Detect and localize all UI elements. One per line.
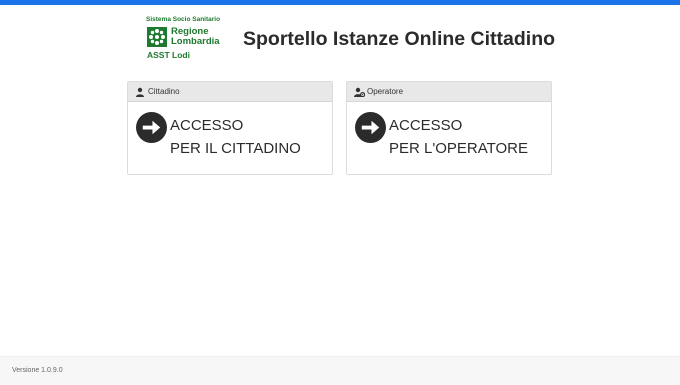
operator-card-header-label: Operatore [367,87,404,96]
operator-card-header: Operatore [347,82,551,102]
logo-tagline: Sistema Socio Sanitario [146,16,221,23]
logo: Sistema Socio Sanitario Regione Lombardi… [146,16,226,60]
citizen-card: Cittadino ACCESSO PER IL CITTADINO [127,81,333,175]
citizen-card-header-label: Cittadino [148,87,180,96]
page-title: Sportello Istanze Online Cittadino [243,28,556,50]
footer: Versione 1.0.9.0 [0,356,680,385]
user-icon [135,87,145,97]
logo-agency: ASST Lodi [147,50,190,60]
citizen-access-button[interactable]: ACCESSO PER IL CITTADINO [128,102,332,174]
top-accent-bar [0,0,680,5]
user-gear-icon [354,87,366,97]
operator-card: Operatore ACCESSO PER L'OPERATORE [346,81,552,175]
version-label: Versione 1.0.9.0 [12,367,63,374]
operator-access-line1: ACCESSO [389,117,463,134]
operator-access-button[interactable]: ACCESSO PER L'OPERATORE [347,102,551,174]
citizen-access-line1: ACCESSO [170,117,244,134]
citizen-card-header: Cittadino [128,82,332,102]
arrow-right-circle-icon [136,112,167,143]
arrow-right-circle-icon [355,112,386,143]
logo-region: Regione Lombardia [171,27,220,46]
lombardia-rose-icon [147,27,167,47]
operator-access-label: ACCESSO PER L'OPERATORE [389,114,528,160]
operator-access-line2: PER L'OPERATORE [389,140,529,157]
citizen-access-line2: PER IL CITTADINO [170,140,301,157]
citizen-access-label: ACCESSO PER IL CITTADINO [170,114,301,160]
logo-region-line2: Lombardia [171,35,220,47]
